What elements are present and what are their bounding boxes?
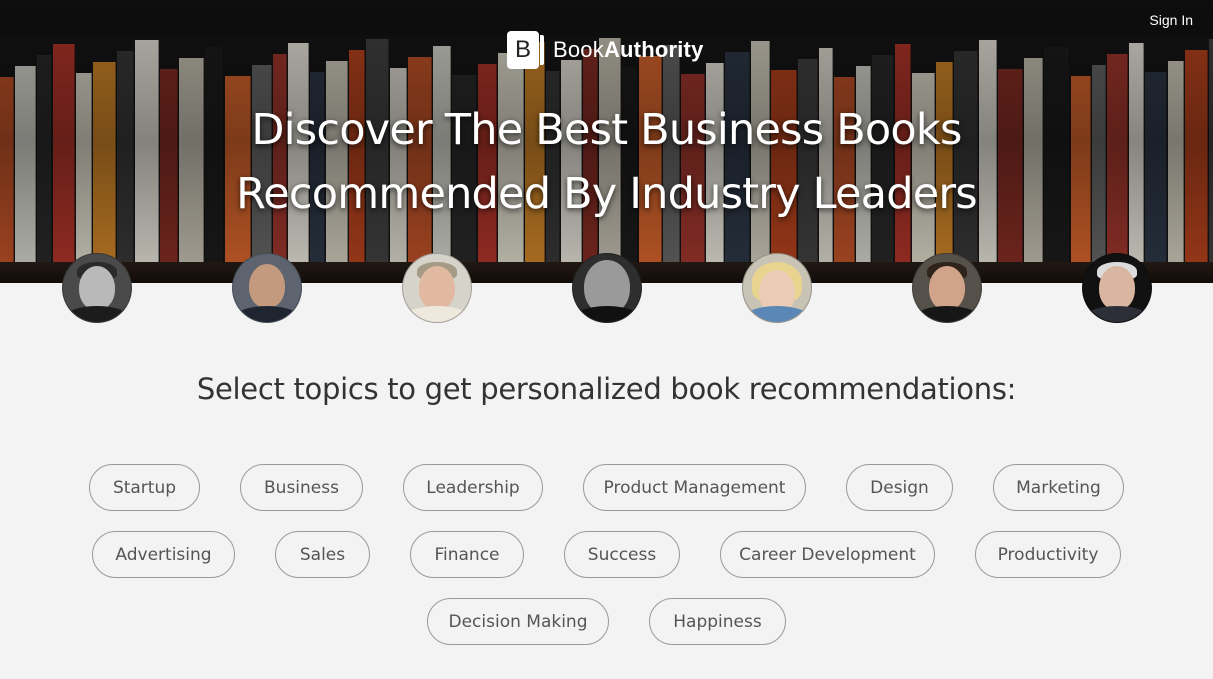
topics-prompt: Select topics to get personalized book r… bbox=[196, 372, 1017, 406]
sign-in-link[interactable]: Sign In bbox=[1149, 12, 1193, 28]
avatar-7[interactable] bbox=[1082, 253, 1152, 323]
topic-business[interactable]: Business bbox=[240, 464, 363, 511]
topic-product-management[interactable]: Product Management bbox=[583, 464, 806, 511]
logo-book-icon: B bbox=[507, 31, 544, 69]
topic-productivity[interactable]: Productivity bbox=[975, 531, 1121, 578]
leader-avatars bbox=[0, 253, 1213, 323]
avatar-6[interactable] bbox=[912, 253, 982, 323]
topic-career-development[interactable]: Career Development bbox=[720, 531, 935, 578]
topic-success[interactable]: Success bbox=[564, 531, 680, 578]
topic-design[interactable]: Design bbox=[846, 464, 953, 511]
topic-happiness[interactable]: Happiness bbox=[649, 598, 786, 645]
avatar-2[interactable] bbox=[232, 253, 302, 323]
avatar-1[interactable] bbox=[62, 253, 132, 323]
page: Sign In B BookAuthority Discover The Bes… bbox=[0, 0, 1213, 679]
hero-title-line-2: Recommended By Industry Leaders bbox=[236, 169, 978, 219]
logo-text-book: Book bbox=[553, 37, 604, 62]
avatar-4[interactable] bbox=[572, 253, 642, 323]
avatar-3[interactable] bbox=[402, 253, 472, 323]
topic-sales[interactable]: Sales bbox=[275, 531, 370, 578]
topic-finance[interactable]: Finance bbox=[410, 531, 524, 578]
hero-title-line-1: Discover The Best Business Books bbox=[251, 105, 962, 155]
topic-leadership[interactable]: Leadership bbox=[403, 464, 543, 511]
topic-advertising[interactable]: Advertising bbox=[92, 531, 235, 578]
topic-marketing[interactable]: Marketing bbox=[993, 464, 1124, 511]
logo-text: BookAuthority bbox=[553, 37, 704, 63]
hero-title: Discover The Best Business Books Recomme… bbox=[0, 98, 1213, 226]
logo[interactable]: B BookAuthority bbox=[507, 31, 704, 69]
avatar-5[interactable] bbox=[742, 253, 812, 323]
topic-startup[interactable]: Startup bbox=[89, 464, 200, 511]
hero-banner: Sign In B BookAuthority Discover The Bes… bbox=[0, 0, 1213, 283]
topic-decision-making[interactable]: Decision Making bbox=[427, 598, 609, 645]
logo-text-authority: Authority bbox=[603, 37, 704, 62]
